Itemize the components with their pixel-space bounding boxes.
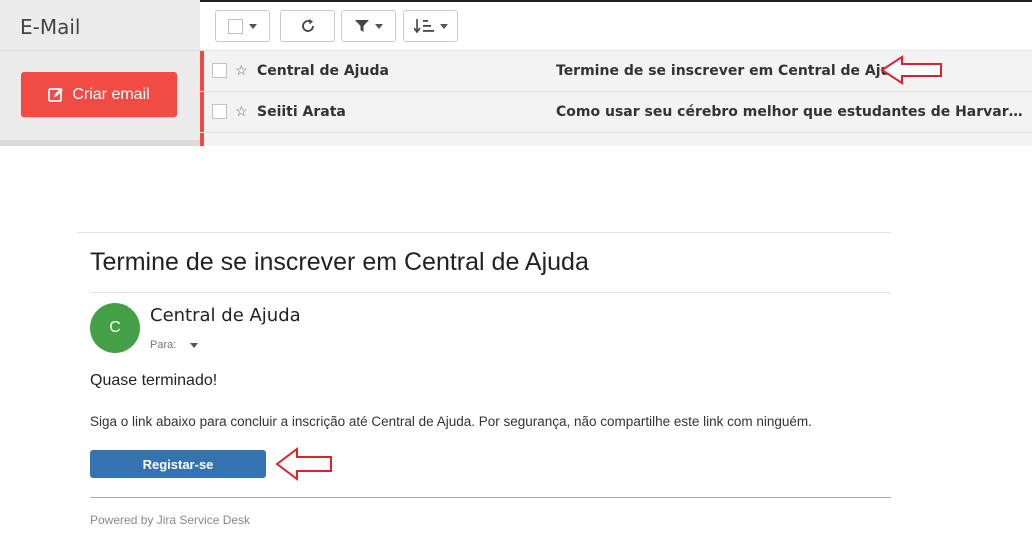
row-sender: Seiiti Arata xyxy=(257,104,346,120)
divider xyxy=(90,292,891,293)
divider xyxy=(77,232,891,233)
greeting-text: Quase terminado! xyxy=(90,372,218,389)
row-sender: Central de Ajuda xyxy=(257,63,389,79)
mail-client: E-Mail Criar email ☆ Central de Ajuda Te… xyxy=(0,0,1032,146)
sidebar-bottom-edge xyxy=(0,140,200,146)
sort-dropdown[interactable] xyxy=(403,10,458,42)
left-arrow-icon xyxy=(880,55,942,85)
chevron-down-icon xyxy=(249,23,257,29)
unread-marker xyxy=(200,51,204,91)
row-checkbox[interactable] xyxy=(212,63,227,78)
unread-marker xyxy=(200,133,204,146)
select-all-dropdown[interactable] xyxy=(215,10,270,42)
body-text: Siga o link abaixo para concluir a inscr… xyxy=(90,414,812,429)
chevron-down-icon xyxy=(374,23,383,29)
row-subject: Como usar seu cérebro melhor que estudan… xyxy=(556,104,1026,120)
star-icon[interactable]: ☆ xyxy=(235,103,248,120)
register-button[interactable]: Registar-se xyxy=(90,450,266,478)
compose-button[interactable]: Criar email xyxy=(21,72,177,117)
app-title: E-Mail xyxy=(20,15,81,39)
filter-icon xyxy=(354,20,369,32)
avatar: C xyxy=(90,303,140,353)
register-label: Registar-se xyxy=(142,456,214,472)
compose-label: Criar email xyxy=(72,85,150,103)
email-subject: Termine de se inscrever em Central de Aj… xyxy=(90,248,589,276)
filter-dropdown[interactable] xyxy=(341,10,396,42)
toolbar xyxy=(200,0,1032,51)
sender-name: Central de Ajuda xyxy=(150,305,301,326)
avatar-letter: C xyxy=(109,319,121,336)
row-checkbox[interactable] xyxy=(212,104,227,119)
sidebar: E-Mail Criar email xyxy=(0,0,201,146)
to-label: Para: xyxy=(150,339,177,351)
star-icon[interactable]: ☆ xyxy=(235,62,248,79)
window-top-edge xyxy=(200,0,1032,2)
edit-icon xyxy=(48,87,64,102)
chevron-down-icon xyxy=(439,23,448,29)
message-row[interactable]: ☆ Seiiti Arata Como usar seu cérebro mel… xyxy=(200,92,1032,133)
refresh-button[interactable] xyxy=(280,10,335,42)
row-subject: Termine de se inscrever em Central de Aj… xyxy=(556,63,910,79)
left-arrow-icon xyxy=(275,447,332,481)
sidebar-divider xyxy=(0,50,200,51)
checkbox-icon xyxy=(228,18,243,34)
message-row-partial[interactable] xyxy=(200,133,1032,146)
sort-icon xyxy=(413,19,434,34)
refresh-icon xyxy=(301,19,314,32)
powered-by-text: Powered by Jira Service Desk xyxy=(90,513,251,527)
chevron-down-icon xyxy=(190,342,199,348)
recipients-toggle[interactable]: Para: xyxy=(150,339,199,351)
footer-divider xyxy=(90,497,891,498)
unread-marker xyxy=(200,92,204,132)
